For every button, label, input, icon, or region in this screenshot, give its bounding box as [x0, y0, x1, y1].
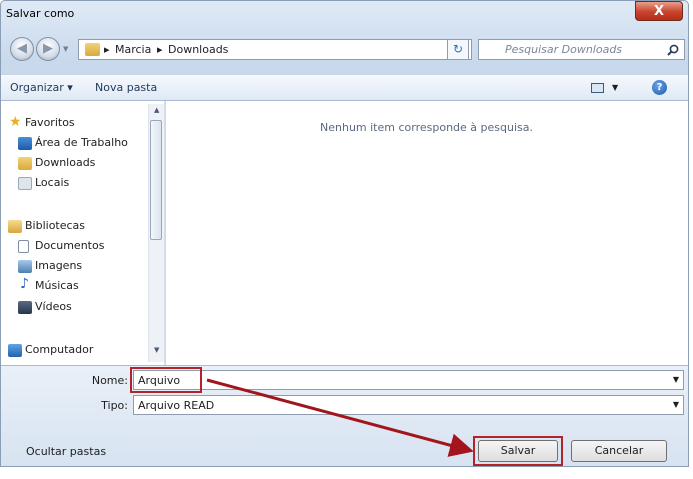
- hide-folders-button[interactable]: Ocultar pastas: [26, 445, 106, 458]
- save-button-highlight: [473, 436, 563, 466]
- cancel-button[interactable]: Cancelar: [571, 440, 667, 462]
- annotation-arrow: [206, 378, 474, 457]
